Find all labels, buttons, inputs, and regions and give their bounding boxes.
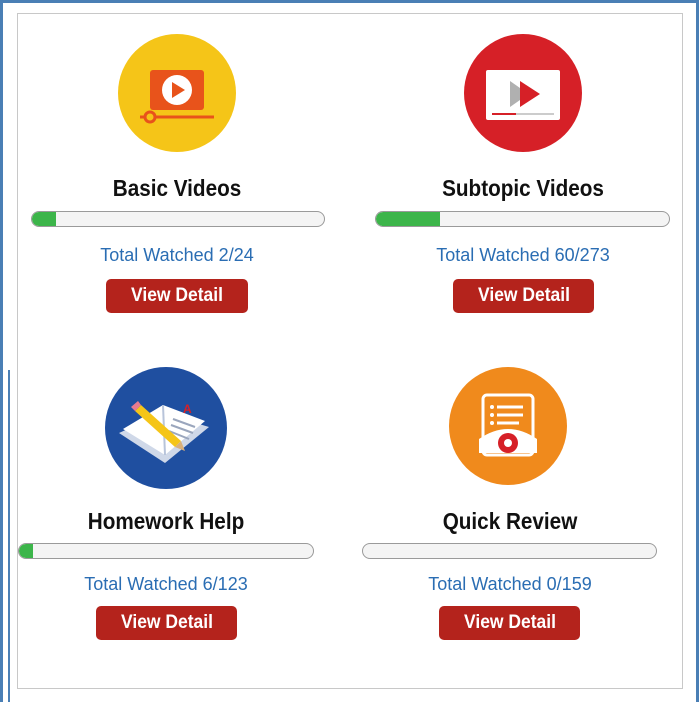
progress-fill xyxy=(32,212,57,226)
view-detail-button[interactable]: View Detail xyxy=(106,279,248,313)
play-video-icon xyxy=(118,34,236,152)
left-divider xyxy=(8,370,10,702)
progress-fill xyxy=(376,212,441,226)
review-eye-icon xyxy=(449,367,567,485)
card-title: Basic Videos xyxy=(112,175,242,201)
progress-bar xyxy=(31,211,325,227)
watched-count: Total Watched 2/24 xyxy=(100,245,254,265)
progress-bar xyxy=(375,211,670,227)
video-player-icon xyxy=(464,34,582,152)
view-detail-button[interactable]: View Detail xyxy=(96,606,237,640)
view-detail-button[interactable]: View Detail xyxy=(453,279,594,313)
book-pencil-icon: A xyxy=(105,367,227,489)
view-detail-button[interactable]: View Detail xyxy=(439,606,580,640)
watched-count: Total Watched 60/273 xyxy=(436,245,610,265)
watched-count: Total Watched 6/123 xyxy=(84,574,248,594)
frame-top-border xyxy=(0,0,699,3)
frame-left-border xyxy=(0,0,3,702)
card-title: Quick Review xyxy=(442,508,578,534)
card-title: Homework Help xyxy=(87,508,245,534)
card-title: Subtopic Videos xyxy=(442,175,604,201)
watched-count: Total Watched 0/159 xyxy=(428,574,592,594)
progress-fill xyxy=(19,544,34,558)
svg-text:A: A xyxy=(183,402,192,416)
progress-bar xyxy=(362,543,657,559)
progress-bar xyxy=(18,543,314,559)
